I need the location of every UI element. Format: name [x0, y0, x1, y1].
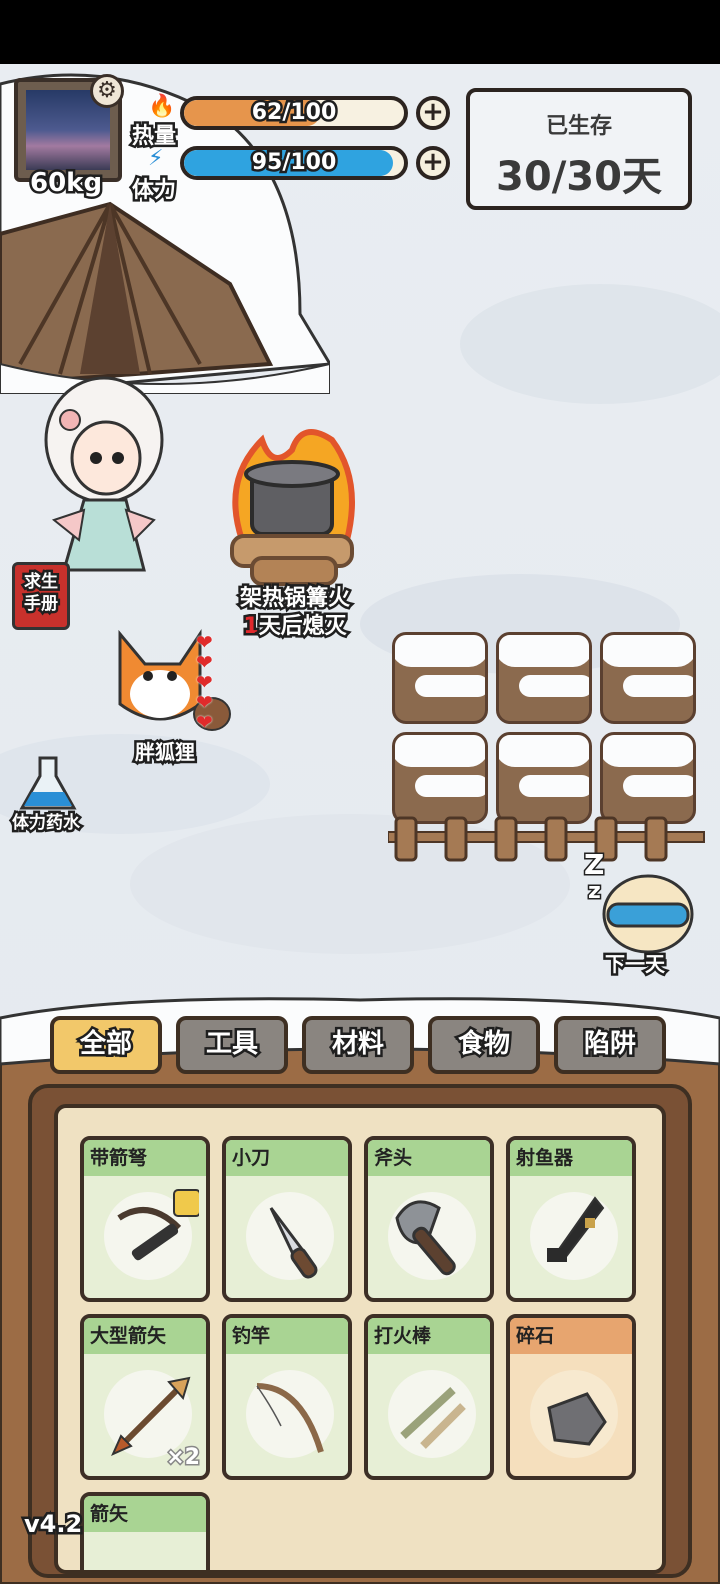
add-stamina-button[interactable]: + [416, 146, 450, 180]
fire-stick-icon [400, 1387, 466, 1449]
inventory-item-fire-stick[interactable]: 打火棒 [364, 1314, 494, 1480]
inventory-item-spear-gun[interactable]: 射鱼器 [506, 1136, 636, 1302]
pet-hearts: ❤ ❤ ❤ ❤ ❤ [196, 630, 213, 734]
inventory-item-crossbow[interactable]: 带箭弩 [80, 1136, 210, 1302]
stamina-potion-icon[interactable] [18, 754, 78, 814]
campfire-pot[interactable] [222, 420, 362, 590]
item-name: 射鱼器 [510, 1140, 632, 1176]
survival-days-panel: 已生存 30/30天 [466, 88, 692, 210]
stamina-potion-label: 体力药水 [10, 811, 83, 836]
survival-title: 已生存 [545, 114, 612, 139]
item-name: 斧头 [368, 1140, 490, 1176]
tab-traps[interactable]: 陷阱 [554, 1016, 666, 1074]
farm-plot[interactable] [600, 632, 696, 724]
stamina-label: 体力 [129, 176, 178, 206]
item-name: 大型箭矢 [84, 1318, 206, 1354]
item-name: 带箭弩 [84, 1140, 206, 1176]
item-name: 箭矢 [84, 1496, 206, 1532]
tab-food[interactable]: 食物 [428, 1016, 540, 1074]
next-day-sleep-icon[interactable]: Z z [578, 844, 708, 954]
stamina-value: 95/100 [249, 150, 339, 176]
add-heat-button[interactable]: + [416, 96, 450, 130]
item-name: 小刀 [226, 1140, 348, 1176]
heat-icon: 🔥 [148, 94, 176, 119]
svg-text:z: z [588, 879, 601, 904]
tab-all[interactable]: 全部 [50, 1016, 162, 1074]
fat-fox-pet[interactable] [100, 624, 240, 744]
inventory-item-arrow[interactable]: 箭矢 [80, 1492, 210, 1570]
farm-plot[interactable] [392, 632, 488, 724]
version-label: v4.2 [21, 1508, 84, 1541]
survival-manual-label: 求生 手册 [22, 570, 61, 617]
inventory-grid: 带箭弩 小刀 斧头 射鱼器 大型箭矢 ×2 钓竿 打火棒 碎石 箭矢 [54, 1104, 666, 1574]
settings-gear-icon[interactable]: ⚙ [90, 74, 124, 108]
axe-icon [395, 1200, 456, 1276]
stamina-bar: 95/100 [180, 146, 408, 180]
item-name: 碎石 [510, 1318, 632, 1354]
stone-icon [547, 1392, 607, 1446]
farm-plot[interactable] [600, 732, 696, 824]
inventory-item-fishing-rod[interactable]: 钓竿 [222, 1314, 352, 1480]
inventory-item-gravel[interactable]: 碎石 [506, 1314, 636, 1480]
inventory-item-large-arrow[interactable]: 大型箭矢 ×2 [80, 1314, 210, 1480]
pet-name: 胖狐狸 [133, 738, 198, 767]
heat-value: 62/100 [249, 100, 339, 126]
inventory-item-knife[interactable]: 小刀 [222, 1136, 352, 1302]
item-quantity: ×2 [165, 1444, 202, 1472]
survival-manual-button[interactable]: 求生 手册 [12, 562, 70, 630]
game-scene: ⚙ 60kg 🔥 热量 62/100 + ⚡ 体力 95/100 + 已生存 3… [0, 64, 720, 1584]
stamina-icon: ⚡ [148, 146, 164, 171]
spear-gun-icon [547, 1196, 605, 1262]
crossbow-icon [117, 1189, 199, 1261]
farm-plot[interactable] [392, 732, 488, 824]
tab-materials[interactable]: 材料 [302, 1016, 414, 1074]
campfire-suffix: 天后熄灭 [256, 612, 349, 642]
item-name: 打火棒 [368, 1318, 490, 1354]
player-weight: 60kg [27, 166, 104, 201]
knife-icon [269, 1207, 318, 1279]
farm-plot[interactable] [496, 632, 592, 724]
campfire-days: 1 [241, 612, 261, 642]
fishing-rod-icon [256, 1383, 324, 1453]
inventory-item-axe[interactable]: 斧头 [364, 1136, 494, 1302]
item-name: 钓竿 [226, 1318, 348, 1354]
next-day-label: 下一天 [603, 950, 668, 979]
heat-bar: 62/100 [180, 96, 408, 130]
player-character[interactable] [34, 370, 174, 580]
survival-value: 30/30天 [496, 154, 662, 200]
svg-text:Z: Z [584, 848, 604, 881]
tab-tools[interactable]: 工具 [176, 1016, 288, 1074]
farm-plot[interactable] [496, 732, 592, 824]
